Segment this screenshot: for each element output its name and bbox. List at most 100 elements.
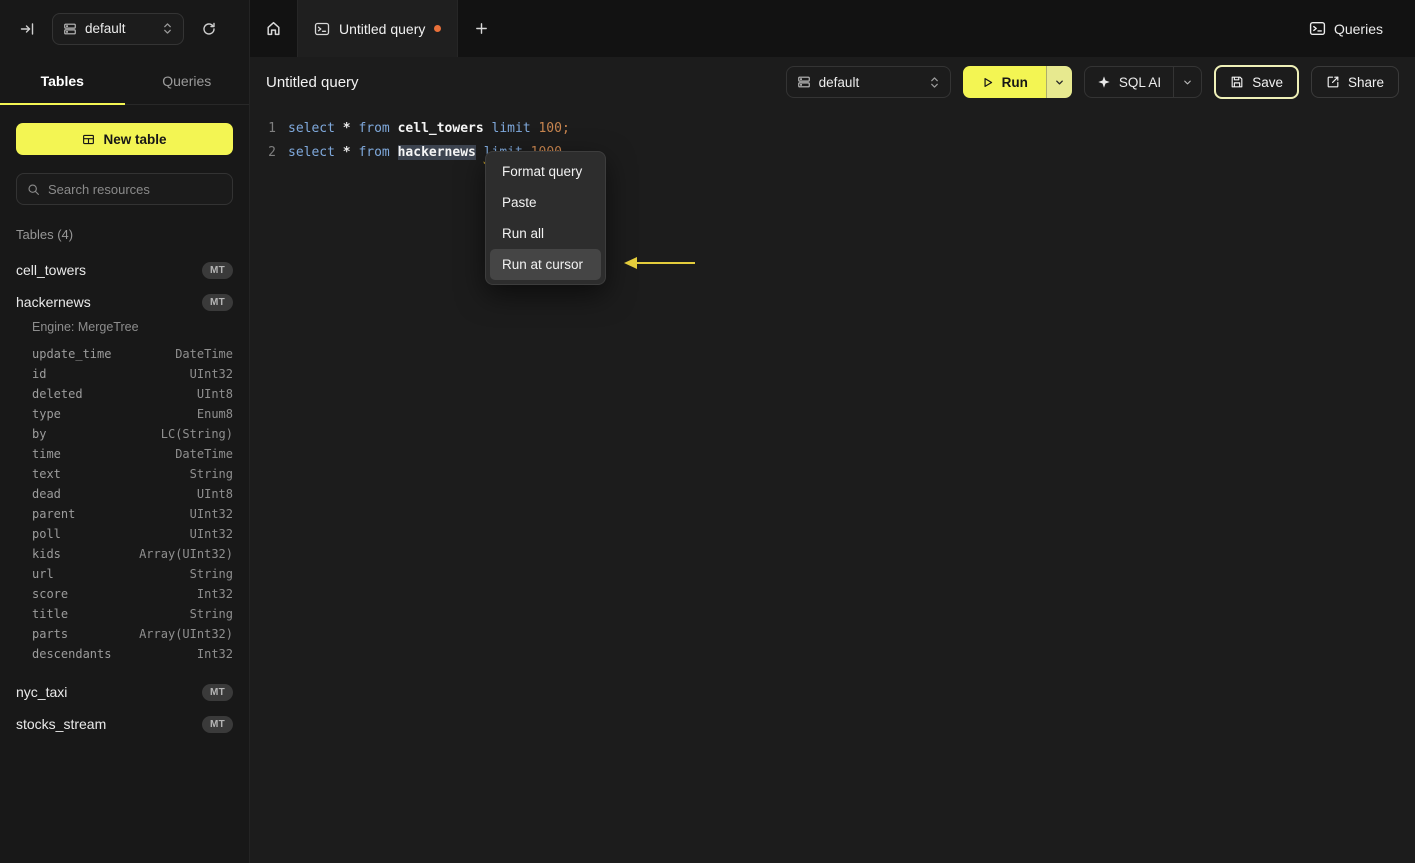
queries-button[interactable]: Queries <box>1301 14 1391 43</box>
column-name: parent <box>32 507 76 521</box>
collapse-sidebar-icon <box>19 21 35 37</box>
column-name: descendants <box>32 647 112 661</box>
column-row: title String <box>32 604 233 624</box>
column-name: parts <box>32 627 69 641</box>
collapse-sidebar-button[interactable] <box>14 16 40 42</box>
menu-item-run-at-cursor[interactable]: Run at cursor <box>490 249 601 280</box>
chevron-down-icon <box>1054 77 1065 88</box>
chevron-up-down-icon <box>929 76 940 89</box>
column-name: deleted <box>32 387 83 401</box>
column-type: String <box>189 467 233 481</box>
tab-untitled-query[interactable]: Untitled query <box>297 0 459 57</box>
code-token: * <box>342 121 359 136</box>
column-row: kids Array(UInt32) <box>32 544 233 564</box>
terminal-icon <box>314 21 330 37</box>
column-type: Array(UInt32) <box>139 547 233 561</box>
database-icon <box>63 22 77 36</box>
code-token: * <box>342 145 359 160</box>
column-type: String <box>189 567 233 581</box>
sidebar: Tables Queries New table Tables (4) cell… <box>0 57 250 863</box>
table-row-nyc_taxi[interactable]: nyc_taxi MT <box>0 676 249 708</box>
column-row: text String <box>32 464 233 484</box>
column-name: time <box>32 447 61 461</box>
column-name: id <box>32 367 47 381</box>
column-row: deleted UInt8 <box>32 384 233 404</box>
run-split-button: Run <box>962 66 1072 98</box>
engine-badge: MT <box>201 683 233 701</box>
run-button-label: Run <box>1001 74 1028 90</box>
line-number: 1 <box>268 121 276 136</box>
search-icon <box>27 183 40 196</box>
code-token: hackernews <box>397 145 476 160</box>
save-button[interactable]: Save <box>1214 65 1299 99</box>
code-line-1[interactable]: 1 select * from cell_towers limit 100; <box>250 117 1415 141</box>
new-table-button[interactable]: New table <box>16 123 233 155</box>
sidebar-tab-tables[interactable]: Tables <box>0 57 125 105</box>
topbar-right: Queries <box>1301 0 1415 57</box>
code-token: limit <box>491 121 539 136</box>
column-name: dead <box>32 487 61 501</box>
column-row: id UInt32 <box>32 364 233 384</box>
table-row-hackernews[interactable]: hackernews MT <box>0 286 249 318</box>
new-table-label: New table <box>103 131 167 147</box>
share-button[interactable]: Share <box>1310 66 1399 98</box>
menu-item-format-query[interactable]: Format query <box>490 156 601 187</box>
column-name: update_time <box>32 347 112 361</box>
column-row: poll UInt32 <box>32 524 233 544</box>
play-icon <box>981 76 994 89</box>
table-name: cell_towers <box>16 262 87 278</box>
topbar: default Untitled query Queries <box>0 0 1415 57</box>
code-line-2[interactable]: 2select * from hackernews limit 1000 <box>250 141 1415 165</box>
database-selector-query[interactable]: default <box>785 66 951 98</box>
database-selector-value: default <box>818 74 860 90</box>
search-resources-input[interactable] <box>48 181 222 197</box>
sql-ai-label: SQL AI <box>1118 74 1162 90</box>
table-engine-label: Engine: MergeTree <box>32 320 139 334</box>
table-row-stocks_stream[interactable]: stocks_stream MT <box>0 708 249 740</box>
column-row: descendants Int32 <box>32 644 233 664</box>
column-row: time DateTime <box>32 444 233 464</box>
code-token: from <box>358 121 398 136</box>
column-name: type <box>32 407 61 421</box>
table-row-cell_towers[interactable]: cell_towers MT <box>0 254 249 286</box>
column-name: kids <box>32 547 61 561</box>
tabstrip: Untitled query <box>250 0 1301 57</box>
column-type: Int32 <box>196 647 233 661</box>
ai-sparkle-icon <box>1097 75 1111 89</box>
sql-ai-options-button[interactable] <box>1173 67 1201 97</box>
save-icon <box>1230 75 1244 89</box>
run-button[interactable]: Run <box>962 66 1046 98</box>
sidebar-tab-queries[interactable]: Queries <box>125 57 250 104</box>
menu-item-paste[interactable]: Paste <box>490 187 601 218</box>
refresh-button[interactable] <box>196 16 222 42</box>
column-type: String <box>189 607 233 621</box>
column-type: Array(UInt32) <box>139 627 233 641</box>
sidebar-tabs: Tables Queries <box>0 57 249 105</box>
sql-ai-button[interactable]: SQL AI <box>1083 66 1203 98</box>
column-type: DateTime <box>175 347 233 361</box>
menu-item-run-all[interactable]: Run all <box>490 218 601 249</box>
table-name: hackernews <box>16 294 91 310</box>
query-header: Untitled query default Run SQL AI Save S… <box>250 57 1415 107</box>
main-area: Untitled query default Run SQL AI Save S… <box>250 57 1415 863</box>
tab-label: Untitled query <box>339 20 426 37</box>
home-tab-button[interactable] <box>250 0 297 57</box>
code-token: select <box>288 121 343 136</box>
query-title: Untitled query <box>266 73 359 91</box>
code-token: from <box>358 145 398 160</box>
database-selector-topbar[interactable]: default <box>52 12 184 45</box>
queries-icon <box>1309 20 1326 37</box>
column-name: score <box>32 587 69 601</box>
column-row: parent UInt32 <box>32 504 233 524</box>
editor-lines[interactable]: 1 select * from cell_towers limit 100; 2 se… <box>250 107 1415 165</box>
code-token: cell_towers <box>397 121 492 136</box>
refresh-icon <box>201 21 217 37</box>
run-options-button[interactable] <box>1045 66 1072 98</box>
sql-ai-main[interactable]: SQL AI <box>1085 75 1173 90</box>
column-row: dead UInt8 <box>32 484 233 504</box>
column-row: url String <box>32 564 233 584</box>
column-type: UInt8 <box>196 387 233 401</box>
column-name: url <box>32 567 54 581</box>
new-tab-button[interactable] <box>458 0 505 57</box>
sidebar-tab-tables-label: Tables <box>40 72 84 89</box>
